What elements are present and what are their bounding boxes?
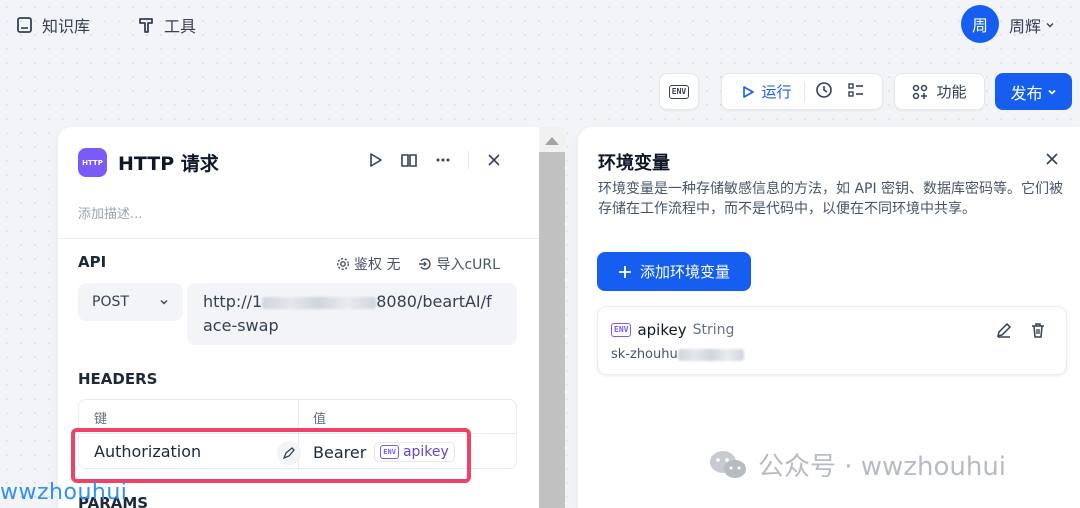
panel-description: 环境变量是一种存储敏感信息的方法，如 API 密钥、数据库密码等。它们被存储在工… — [598, 181, 1064, 217]
history-button[interactable] — [805, 81, 843, 103]
features-label: 功能 — [936, 83, 967, 101]
api-actions: 鉴权 无 导入cURL — [336, 254, 500, 274]
book-icon — [17, 17, 32, 33]
nav-tools-label: 工具 — [164, 17, 197, 36]
scroll-up-arrow-icon[interactable] — [545, 137, 559, 145]
env-variable-key: apikey — [637, 321, 687, 339]
method-select[interactable]: POST — [78, 283, 183, 321]
watermark: wwzhouhui — [0, 480, 128, 505]
url-input[interactable]: http://1 8080/beartAI/face-swap — [187, 283, 517, 345]
avatar[interactable]: 周 — [961, 5, 999, 43]
trash-icon[interactable] — [1029, 321, 1047, 339]
env-icon: ENV — [611, 323, 632, 337]
close-icon[interactable] — [1044, 151, 1060, 167]
checklist-icon — [847, 82, 863, 97]
run-button[interactable]: 运行 — [729, 81, 803, 102]
node-title[interactable]: HTTP 请求 — [118, 149, 219, 176]
watermark: 公众号 · wwzhouhui — [708, 446, 1006, 483]
http-node-icon: HTTP — [78, 148, 107, 177]
more-icon[interactable] — [434, 151, 452, 169]
env-button[interactable]: ENV — [659, 73, 699, 110]
divider — [58, 238, 539, 239]
grid-icon — [913, 84, 928, 99]
env-variable-name: ENV apikey String — [611, 321, 734, 339]
redacted-text — [262, 296, 377, 309]
node-actions — [366, 151, 503, 169]
plus-icon — [618, 265, 631, 278]
gear-icon — [336, 257, 350, 271]
import-curl-button[interactable]: 导入cURL — [418, 254, 500, 274]
col-value: 值 — [313, 412, 327, 427]
card-actions — [995, 321, 1047, 339]
add-env-label: 添加环境变量 — [639, 263, 730, 281]
features-button[interactable]: 功能 — [894, 73, 985, 110]
play-icon — [743, 85, 755, 98]
user-name: 周辉 — [1009, 17, 1042, 36]
method-value: POST — [92, 294, 129, 310]
env-variable-card: ENV apikey String sk-zhouhu — [597, 306, 1067, 375]
env-variable-value: sk-zhouhu — [611, 347, 744, 362]
chevron-down-icon — [160, 300, 168, 305]
highlight-box — [71, 428, 471, 483]
watermark-text: 公众号 · wwzhouhui — [758, 452, 1007, 482]
import-curl-label: 导入cURL — [436, 257, 500, 273]
close-icon[interactable] — [485, 151, 503, 169]
nav-knowledge-label: 知识库 — [42, 17, 91, 36]
edit-icon[interactable] — [995, 321, 1013, 339]
hammer-icon — [139, 18, 153, 33]
add-env-button[interactable]: 添加环境变量 — [597, 252, 751, 291]
history-icon — [815, 81, 832, 98]
checklist-button[interactable] — [843, 81, 875, 103]
scrollbar-thumb[interactable] — [539, 152, 565, 508]
divider — [468, 151, 469, 169]
api-label: API — [78, 253, 107, 271]
top-bar: 知识库 工具 周 周辉 — [0, 0, 1080, 48]
play-icon[interactable] — [366, 151, 384, 169]
book-open-icon[interactable] — [400, 151, 418, 169]
redacted-text — [677, 348, 744, 361]
auth-label: 鉴权 无 — [354, 257, 401, 273]
nav-knowledge[interactable]: 知识库 — [16, 13, 90, 37]
wechat-icon — [710, 450, 746, 478]
run-group: 运行 — [721, 73, 883, 110]
chevron-down-icon — [1046, 23, 1054, 28]
env-icon: ENV — [668, 84, 690, 99]
panel-title: 环境变量 — [598, 153, 670, 174]
auth-button[interactable]: 鉴权 无 — [336, 254, 400, 274]
env-value-text: sk-zhouhu — [611, 347, 678, 362]
env-variable-type: String — [692, 322, 735, 338]
col-key: 键 — [94, 412, 108, 427]
headers-label: HEADERS — [78, 370, 158, 388]
chevron-down-icon — [1047, 89, 1056, 95]
publish-button[interactable]: 发布 — [995, 73, 1072, 110]
run-label: 运行 — [761, 83, 792, 101]
description-input[interactable]: 添加描述... — [78, 203, 142, 222]
nav-tools[interactable]: 工具 — [138, 13, 196, 37]
url-prefix: http://1 — [203, 292, 263, 311]
publish-label: 发布 — [1010, 83, 1043, 103]
import-icon — [419, 258, 432, 270]
user-menu[interactable]: 周辉 — [1009, 13, 1055, 37]
